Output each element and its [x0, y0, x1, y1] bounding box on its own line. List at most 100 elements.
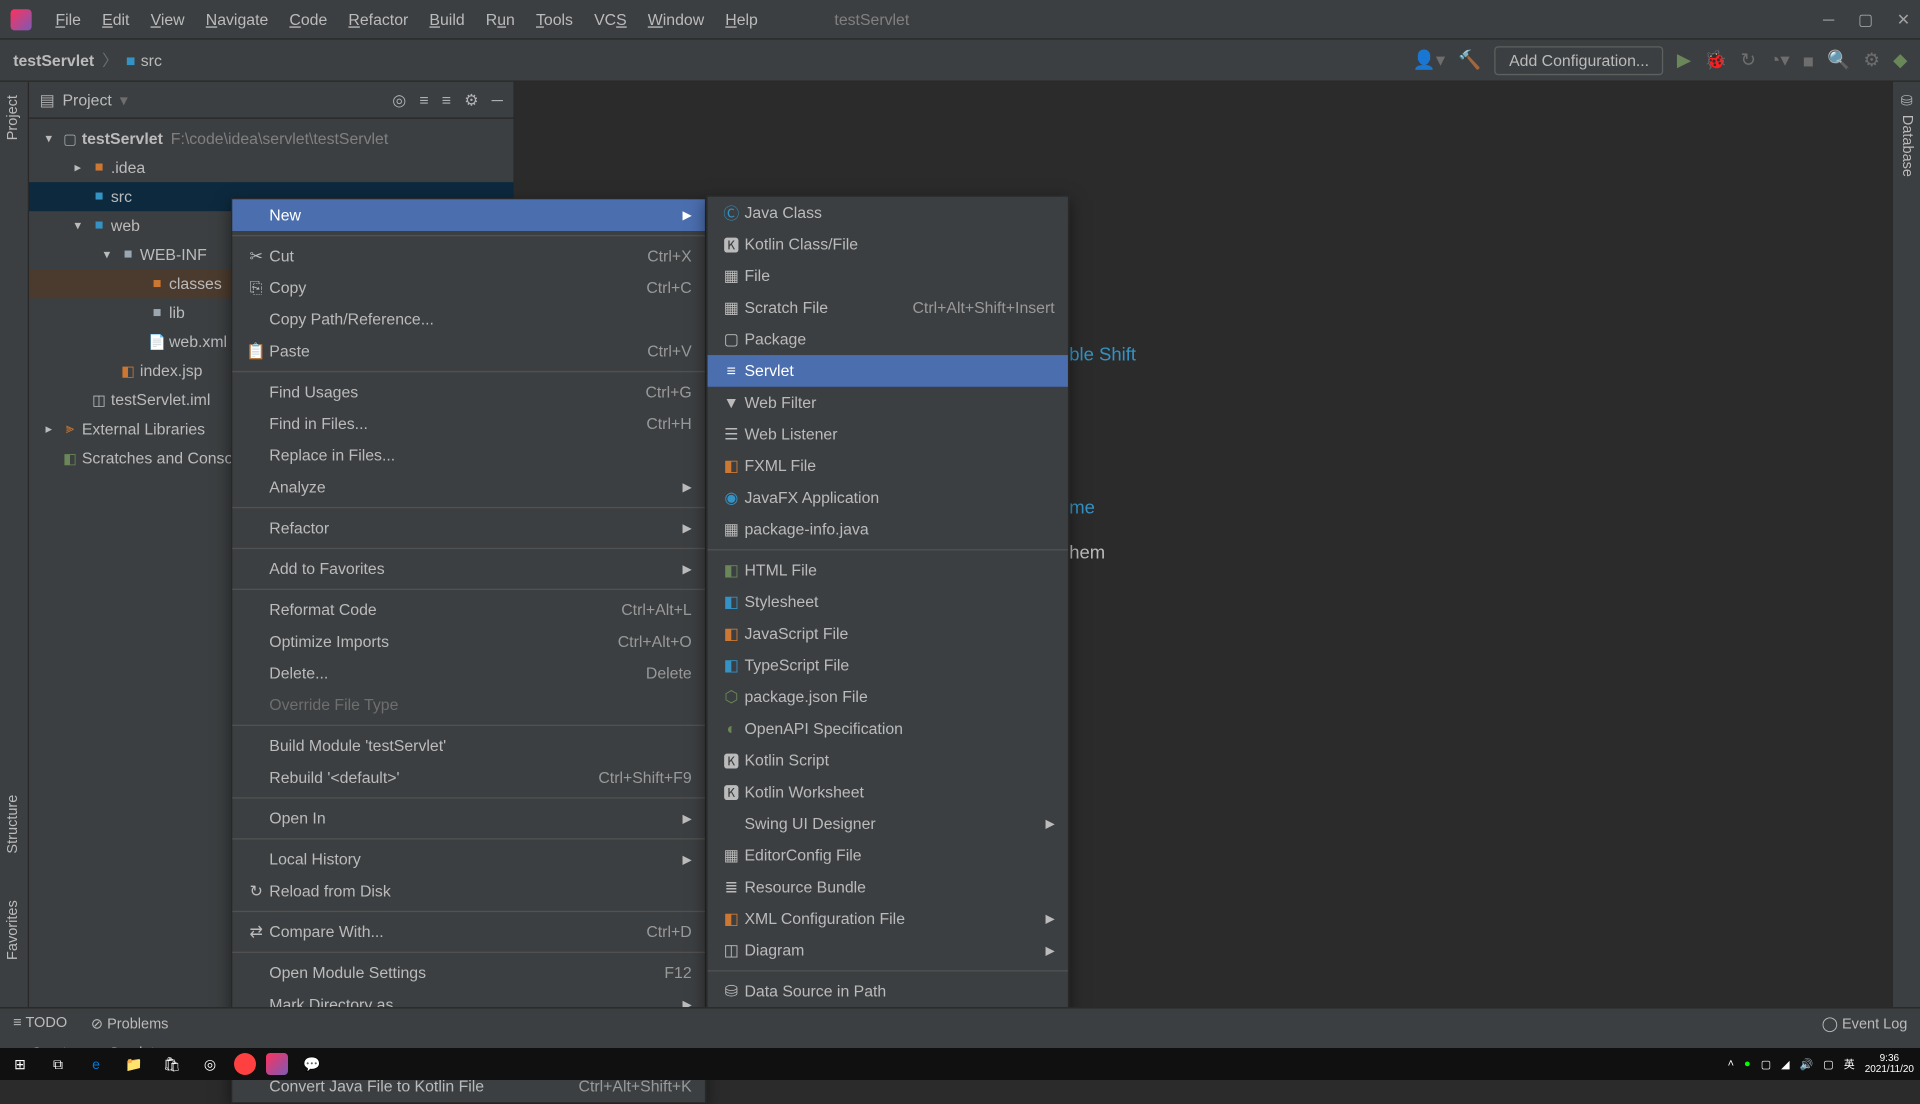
menu-item-javafx-application[interactable]: ◉JavaFX Application	[708, 482, 1068, 514]
debug-icon[interactable]: 🐞	[1704, 49, 1727, 71]
menu-item-reload-from-disk[interactable]: ↻Reload from Disk	[232, 875, 705, 907]
menu-item-kotlin-class-file[interactable]: 🅺Kotlin Class/File	[708, 228, 1068, 260]
menu-item-file[interactable]: ▦File	[708, 260, 1068, 292]
menu-item-servlet[interactable]: ≡Servlet	[708, 355, 1068, 387]
tray-chevron-icon[interactable]: ˄	[1728, 1058, 1734, 1070]
build-icon[interactable]: 🔨	[1458, 49, 1481, 71]
menu-item-cut[interactable]: ✂CutCtrl+X	[232, 240, 705, 272]
tray-volume-icon[interactable]: 🔊	[1800, 1058, 1814, 1071]
collapse-icon[interactable]: ≡	[442, 90, 451, 108]
tray-app-icon[interactable]: ●	[1744, 1058, 1751, 1070]
menu-item-local-history[interactable]: Local History▶	[232, 843, 705, 875]
tray-notif-icon[interactable]: ▢	[1823, 1058, 1833, 1071]
menu-refactor[interactable]: Refactor	[338, 10, 419, 28]
minimize-icon[interactable]: ─	[1823, 10, 1834, 28]
tab-favorites[interactable]: Favorites	[5, 900, 21, 960]
menu-item-optimize-imports[interactable]: Optimize ImportsCtrl+Alt+O	[232, 626, 705, 658]
menu-item-resource-bundle[interactable]: ≣Resource Bundle	[708, 871, 1068, 903]
menu-item-package-info-java[interactable]: ▦package-info.java	[708, 513, 1068, 545]
breadcrumb-project[interactable]: testServlet	[13, 51, 94, 69]
menu-item-editorconfig-file[interactable]: ▦EditorConfig File	[708, 840, 1068, 872]
menu-item-replace-in-files-[interactable]: Replace in Files...	[232, 440, 705, 472]
taskbar-clock[interactable]: 9:362021/11/20	[1865, 1053, 1914, 1075]
menu-item-package[interactable]: ▢Package	[708, 323, 1068, 355]
menu-item-build-module-testservlet-[interactable]: Build Module 'testServlet'	[232, 730, 705, 762]
menu-view[interactable]: View	[140, 10, 195, 28]
menu-item-open-module-settings[interactable]: Open Module SettingsF12	[232, 957, 705, 989]
hide-icon[interactable]: ─	[492, 90, 503, 108]
menu-item-open-in[interactable]: Open In▶	[232, 803, 705, 835]
tree-row-idea[interactable]: ▸■.idea	[29, 153, 513, 182]
tab-project[interactable]: Project	[5, 95, 21, 140]
search-icon[interactable]: 🔍	[1827, 49, 1850, 71]
menu-run[interactable]: Run	[475, 10, 525, 28]
menu-item-xml-configuration-file[interactable]: ◧XML Configuration File▶	[708, 903, 1068, 935]
tray-battery-icon[interactable]: ▢	[1761, 1058, 1771, 1071]
menu-item-data-source-in-path[interactable]: ⛁Data Source in Path	[708, 975, 1068, 1007]
menu-item-fxml-file[interactable]: ◧FXML File	[708, 450, 1068, 482]
menu-item-copy-path-reference-[interactable]: Copy Path/Reference...	[232, 304, 705, 336]
explorer-icon[interactable]: 📁	[120, 1050, 148, 1078]
jetbrains-icon[interactable]: ◆	[1893, 49, 1907, 71]
menu-tools[interactable]: Tools	[525, 10, 583, 28]
add-configuration-button[interactable]: Add Configuration...	[1495, 46, 1664, 75]
menu-item-package-json-file[interactable]: ⬡package.json File	[708, 681, 1068, 713]
menu-edit[interactable]: Edit	[92, 10, 140, 28]
tab-structure[interactable]: Structure	[5, 795, 21, 854]
settings-icon[interactable]: ⚙	[1863, 49, 1880, 71]
tray-wifi-icon[interactable]: ◢	[1781, 1058, 1789, 1071]
menu-window[interactable]: Window	[637, 10, 714, 28]
gear-icon[interactable]: ⚙	[464, 90, 478, 108]
menu-item-reformat-code[interactable]: Reformat CodeCtrl+Alt+L	[232, 594, 705, 626]
eventlog-tab[interactable]: ◯ Event Log	[1822, 1014, 1908, 1031]
menu-item-new[interactable]: New▶	[232, 199, 705, 231]
menu-item-web-filter[interactable]: ▼Web Filter	[708, 387, 1068, 419]
dropdown-icon[interactable]: ▾	[120, 90, 128, 108]
menu-item-compare-with-[interactable]: ⇄Compare With...Ctrl+D	[232, 916, 705, 948]
menu-item-rebuild-default-[interactable]: Rebuild '<default>'Ctrl+Shift+F9	[232, 762, 705, 794]
menu-item-web-listener[interactable]: ☰Web Listener	[708, 418, 1068, 450]
menu-item-openapi-specification[interactable]: ◐OpenAPI Specification	[708, 713, 1068, 745]
locate-icon[interactable]: ◎	[392, 90, 406, 108]
expand-icon[interactable]: ≡	[419, 90, 428, 108]
menu-item-kotlin-worksheet[interactable]: 🅺Kotlin Worksheet	[708, 776, 1068, 808]
menu-item-javascript-file[interactable]: ◧JavaScript File	[708, 618, 1068, 650]
menu-item-swing-ui-designer[interactable]: Swing UI Designer▶	[708, 808, 1068, 840]
menu-item-delete-[interactable]: Delete...Delete	[232, 657, 705, 689]
menu-item-java-class[interactable]: ⒸJava Class	[708, 197, 1068, 229]
edge-icon[interactable]: e	[82, 1050, 110, 1078]
chrome-icon[interactable]: ◎	[196, 1050, 224, 1078]
menu-item-analyze[interactable]: Analyze▶	[232, 471, 705, 503]
menu-build[interactable]: Build	[419, 10, 475, 28]
breadcrumb-src[interactable]: src	[141, 51, 162, 69]
run-icon[interactable]: ▶	[1677, 49, 1691, 71]
intellij-icon[interactable]	[266, 1053, 288, 1075]
menu-item-find-usages[interactable]: Find UsagesCtrl+G	[232, 376, 705, 408]
profile-icon[interactable]: ◔▾	[1769, 49, 1789, 71]
menu-item-refactor[interactable]: Refactor▶	[232, 512, 705, 544]
menu-vcs[interactable]: VCS	[584, 10, 638, 28]
menu-item-add-to-favorites[interactable]: Add to Favorites▶	[232, 553, 705, 585]
wechat-icon[interactable]: 💬	[298, 1050, 326, 1078]
coverage-icon[interactable]: ↻	[1740, 49, 1755, 71]
menu-item-html-file[interactable]: ◧HTML File	[708, 554, 1068, 586]
maximize-icon[interactable]: ▢	[1858, 10, 1873, 28]
menu-help[interactable]: Help	[715, 10, 769, 28]
menu-item-kotlin-script[interactable]: 🅺Kotlin Script	[708, 744, 1068, 776]
menu-item-scratch-file[interactable]: ▦Scratch FileCtrl+Alt+Shift+Insert	[708, 292, 1068, 324]
netease-icon[interactable]	[234, 1053, 256, 1075]
close-icon[interactable]: ✕	[1897, 10, 1910, 28]
user-icon[interactable]: 👤▾	[1413, 49, 1445, 71]
menu-code[interactable]: Code	[279, 10, 338, 28]
tray-ime[interactable]: 英	[1844, 1056, 1855, 1072]
tab-database[interactable]: Database	[1899, 115, 1915, 177]
menu-item-diagram[interactable]: ◫Diagram▶	[708, 935, 1068, 967]
menu-item-copy[interactable]: ⎘CopyCtrl+C	[232, 272, 705, 304]
taskview-icon[interactable]: ⧉	[44, 1050, 72, 1078]
menu-item-typescript-file[interactable]: ◧TypeScript File	[708, 649, 1068, 681]
menu-item-find-in-files-[interactable]: Find in Files...Ctrl+H	[232, 408, 705, 440]
store-icon[interactable]: 🛍	[158, 1050, 186, 1078]
menu-item-stylesheet[interactable]: ◧Stylesheet	[708, 586, 1068, 618]
start-icon[interactable]: ⊞	[6, 1050, 34, 1078]
tree-row-root[interactable]: ▾▢ testServletF:\code\idea\servlet\testS…	[29, 124, 513, 153]
